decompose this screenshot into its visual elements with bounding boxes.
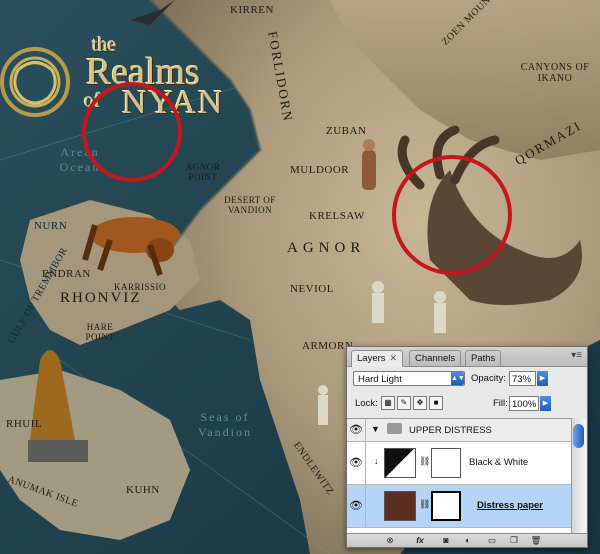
label-krelsaw: KRELSAW (309, 210, 365, 222)
add-mask-icon[interactable]: ◙ (439, 535, 453, 546)
chain-link-icon[interactable]: ⛓ (419, 499, 430, 510)
layer-name-selected: Distress paper (477, 500, 544, 511)
tab-paths[interactable]: Paths (465, 350, 502, 366)
label-kuhn: KUHN (126, 484, 160, 496)
layer-list: 👁 ▼ UPPER DISTRESS 👁 ↓ ⛓ Black & White 👁… (347, 418, 571, 535)
label-agnor-point: AGNOR POINT (185, 162, 221, 182)
label-rhonviz: RHONVIZ (60, 290, 142, 306)
mask-thumbnail[interactable] (431, 448, 461, 478)
layers-panel: Layers ✕ Channels Paths ▾≡ Hard Light ▲▼ … (346, 346, 588, 548)
label-desert: DESERT OF VANDION (224, 195, 276, 215)
lock-position-icon[interactable]: ✥ (413, 396, 427, 410)
tab-channels-label: Channels (415, 353, 456, 364)
label-hare-point: HARE POINT (85, 322, 115, 342)
lock-label: Lock: (355, 398, 378, 409)
lock-pixels-icon[interactable]: ✎ (397, 396, 411, 410)
link-layers-icon[interactable]: ⊗ (383, 535, 397, 546)
layer-row-adjustment[interactable]: 👁 ↓ ⛓ Black & White (347, 442, 571, 485)
blend-mode-value: Hard Light (358, 374, 402, 385)
clipping-arrow-icon: ↓ (374, 456, 379, 466)
layer-style-icon[interactable]: fx (413, 535, 427, 546)
label-muldoor: MULDOOR (290, 164, 350, 176)
scrollbar-thumb[interactable] (573, 424, 584, 448)
tab-layers[interactable]: Layers ✕ (351, 350, 404, 367)
tab-paths-label: Paths (471, 353, 496, 364)
mask-thumbnail[interactable] (431, 491, 461, 521)
new-layer-icon[interactable]: ❐ (507, 535, 521, 546)
panel-bottom-toolbar: ⊗ fx ◙ ◐ ▭ ❐ 🗑 (347, 533, 587, 547)
blend-row: Hard Light ▲▼ Opacity: 73% ▶ (347, 367, 587, 389)
fill-field[interactable]: 100% (509, 396, 539, 411)
label-seas: Seas of Vandion (198, 410, 252, 439)
layer-list-scrollbar[interactable] (571, 418, 586, 534)
visibility-eye-icon[interactable]: 👁 (347, 419, 366, 441)
opacity-label: Opacity: (471, 373, 506, 384)
layer-name-adjustment: Black & White (469, 457, 529, 468)
disclosure-triangle-icon[interactable]: ▼ (371, 424, 380, 434)
label-nurn: NURN (34, 220, 68, 232)
tab-layers-label: Layers (357, 353, 386, 364)
tab-channels[interactable]: Channels (409, 350, 462, 366)
label-kirren: KIRREN (230, 4, 274, 16)
warrior-figure (362, 139, 376, 190)
lock-all-icon[interactable]: ■ (429, 396, 443, 410)
chain-link-icon[interactable]: ⛓ (419, 456, 430, 467)
fill-label: Fill: (493, 398, 508, 409)
layer-row-selected[interactable]: 👁 ⛓ Distress paper (347, 485, 571, 528)
label-agnor: AGNOR (287, 240, 366, 256)
lock-row: Lock: ▦ ✎ ✥ ■ Fill: 100% ▶ (347, 392, 587, 414)
opacity-value: 73% (512, 374, 532, 385)
visibility-eye-icon[interactable]: 👁 (347, 442, 366, 484)
layer-row-group[interactable]: 👁 ▼ UPPER DISTRESS (347, 419, 571, 442)
opacity-slider-arrow-icon[interactable]: ▶ (537, 371, 548, 386)
label-rhuil: RHUIL (6, 418, 43, 430)
trash-icon[interactable]: 🗑 (529, 535, 543, 546)
lock-transparency-icon[interactable]: ▦ (381, 396, 395, 410)
annotation-circle-ocean (82, 82, 182, 182)
label-canyons: CANYONS OF IKANO (520, 62, 590, 84)
close-tab-icon[interactable]: ✕ (390, 353, 398, 363)
panel-tab-bar: Layers ✕ Channels Paths ▾≡ (347, 347, 587, 367)
blend-mode-select[interactable]: Hard Light ▲▼ (353, 371, 465, 386)
annotation-circle-hydra (392, 155, 512, 275)
layer-thumbnail (384, 491, 416, 521)
panel-menu-icon[interactable]: ▾≡ (571, 350, 582, 361)
label-zuban: ZUBAN (326, 125, 367, 137)
opacity-field[interactable]: 73% (509, 371, 536, 386)
fill-slider-arrow-icon[interactable]: ▶ (540, 396, 551, 411)
adjustment-layer-icon[interactable]: ◐ (461, 535, 475, 546)
adjustment-thumbnail-icon (384, 448, 416, 478)
fill-value: 100% (512, 399, 537, 410)
folder-icon (387, 423, 402, 434)
visibility-eye-icon[interactable]: 👁 (347, 485, 366, 527)
label-neviol: NEVIOL (290, 283, 334, 295)
select-arrows-icon[interactable]: ▲▼ (451, 372, 465, 385)
new-group-icon[interactable]: ▭ (485, 535, 499, 546)
layer-name-group: UPPER DISTRESS (409, 425, 492, 436)
